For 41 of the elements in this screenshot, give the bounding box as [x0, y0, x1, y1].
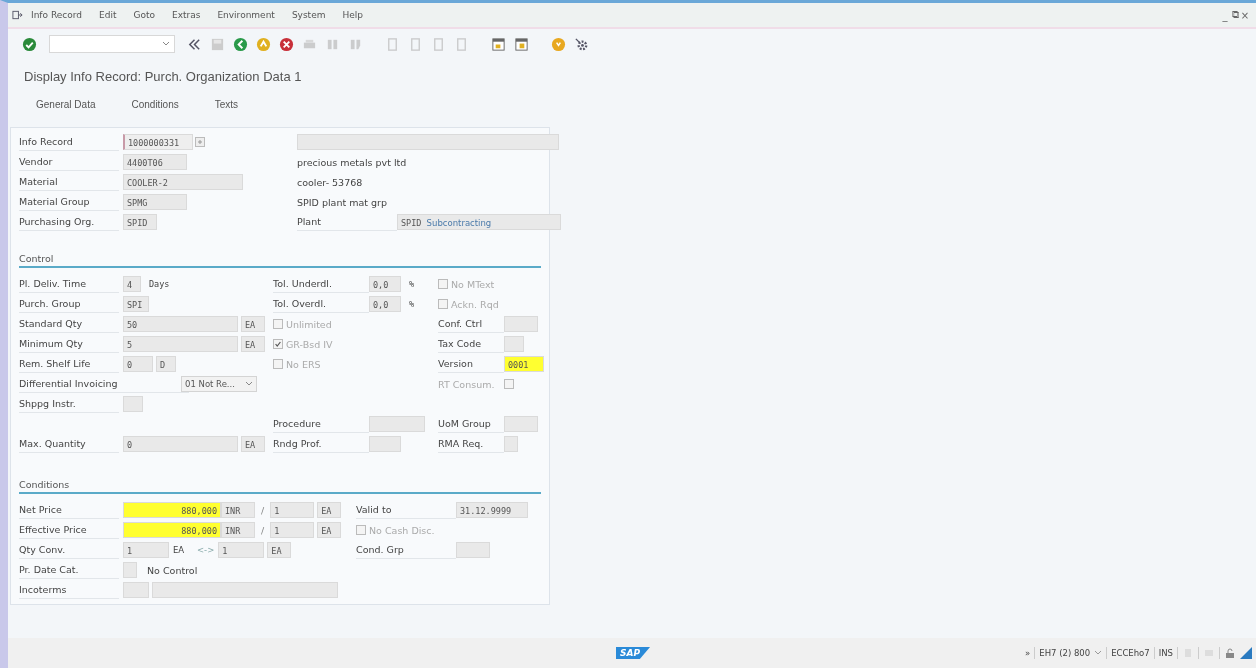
field-label: Effective Price — [19, 521, 119, 539]
checkbox-label: Unlimited — [286, 318, 332, 330]
conversion-arrow: <-> — [197, 545, 215, 555]
checkbox-label: RT Consum. — [438, 378, 496, 390]
field-label: Info Record — [19, 133, 119, 151]
field-label: Standard Qty — [19, 315, 119, 333]
field-label: Net Price — [19, 501, 119, 519]
field-label: Vendor — [19, 153, 119, 171]
per-separator: / — [261, 524, 265, 536]
field-label: Incoterms — [19, 581, 119, 599]
checkbox-label: No MText — [451, 278, 495, 290]
field-label: Shppg Instr. — [19, 395, 119, 413]
checkbox-label: GR-Bsd IV — [286, 338, 333, 350]
field-label: Max. Quantity — [19, 435, 119, 453]
field-label: Rem. Shelf Life — [19, 355, 119, 373]
per-separator: / — [261, 504, 265, 516]
field-label: Material Group — [19, 193, 119, 211]
vendor-name: precious metals pvt ltd — [297, 156, 407, 168]
section-header: Conditions — [19, 478, 541, 494]
field-label: Purchasing Org. — [19, 213, 119, 231]
field-label: Qty Conv. — [19, 541, 119, 559]
sap-logo: SAP — [616, 647, 651, 659]
date-category-description: No Control — [147, 564, 198, 576]
server-name: ECCEho7 — [1111, 648, 1150, 658]
section-header: Control — [19, 252, 541, 268]
field-label: Pr. Date Cat. — [19, 561, 119, 579]
unit-label: % — [409, 279, 415, 289]
checkbox-label: Ackn. Rqd — [451, 298, 499, 310]
material-description: cooler- 53768 — [297, 176, 363, 188]
field-label: Pl. Deliv. Time — [19, 275, 119, 293]
insert-mode: INS — [1158, 648, 1173, 658]
field-label: Material — [19, 173, 119, 191]
material-group-description: SPID plant mat grp — [297, 196, 387, 208]
checkbox-label: No Cash Disc. — [369, 524, 435, 536]
unit-label: % — [409, 299, 415, 309]
field-label: Minimum Qty — [19, 335, 119, 353]
unit-label: Days — [149, 279, 170, 289]
checkbox-label: No ERS — [286, 358, 321, 370]
field-label: Purch. Group — [19, 295, 119, 313]
unit-label: EA — [173, 545, 186, 555]
screen-title: Display Info Record: Purch. Organization Data 1 — [23, 68, 303, 86]
